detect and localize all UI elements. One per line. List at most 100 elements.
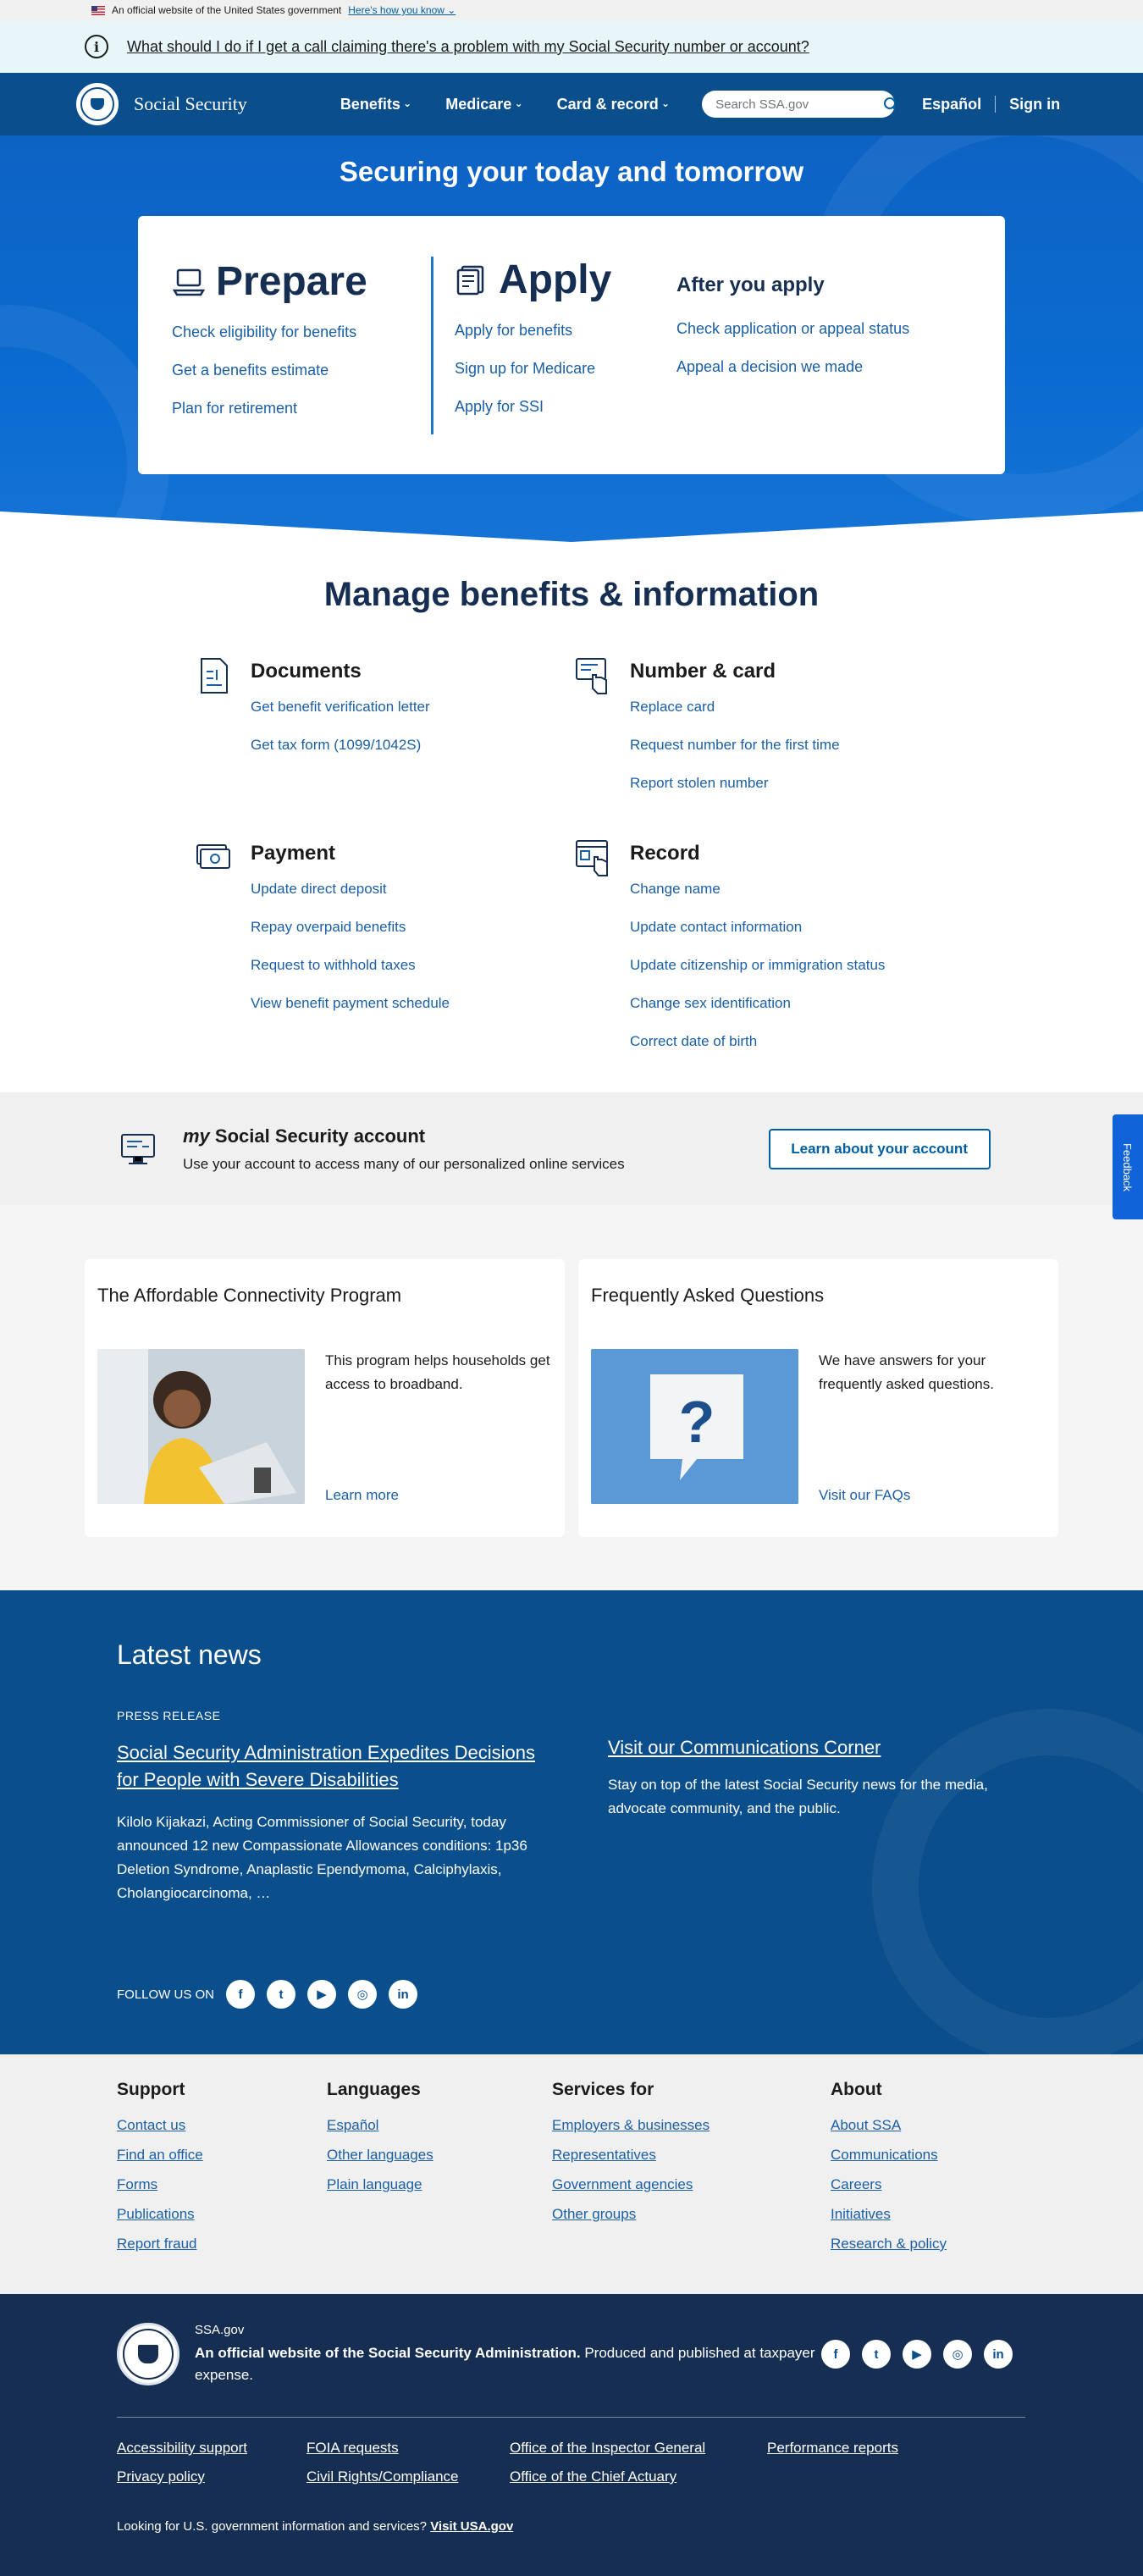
repay-overpaid-link[interactable]: Repay overpaid benefits: [251, 919, 450, 936]
footer-link[interactable]: Contact us: [117, 2117, 327, 2134]
footer-col-services: Services for Employers & businesses Repr…: [552, 2080, 831, 2294]
search-icon[interactable]: [884, 97, 897, 111]
youtube-icon[interactable]: ▶: [307, 1980, 337, 2009]
prepare-heading: Prepare: [216, 259, 367, 304]
hero: Securing your today and tomorrow Prepare…: [0, 135, 1143, 542]
search-input[interactable]: [715, 97, 885, 112]
direct-deposit-link[interactable]: Update direct deposit: [251, 881, 450, 898]
linkedin-icon[interactable]: in: [389, 1980, 418, 2009]
visit-faqs-link[interactable]: Visit our FAQs: [819, 1487, 1046, 1504]
footer-link[interactable]: Report fraud: [117, 2236, 327, 2253]
footer-link[interactable]: Careers: [831, 2176, 947, 2193]
news-title: Latest news: [117, 1639, 262, 1670]
benefits-estimate-link[interactable]: Get a benefits estimate: [172, 362, 443, 379]
footer-heading: Languages: [327, 2080, 421, 2099]
card-description: This program helps households get access…: [325, 1352, 550, 1392]
twitter-icon[interactable]: t: [862, 2340, 891, 2369]
performance-reports-link[interactable]: Performance reports: [767, 2440, 970, 2457]
tax-form-link[interactable]: Get tax form (1099/1042S): [251, 737, 430, 754]
apply-ssi-link[interactable]: Apply for SSI: [455, 398, 676, 416]
twitter-icon[interactable]: t: [267, 1980, 296, 2009]
plan-retirement-link[interactable]: Plan for retirement: [172, 400, 443, 417]
check-status-link[interactable]: Check application or appeal status: [676, 320, 947, 338]
footer-link[interactable]: Plain language: [327, 2176, 552, 2193]
accessibility-link[interactable]: Accessibility support: [117, 2440, 306, 2457]
account-title: my Social Security account: [183, 1125, 426, 1147]
check-eligibility-link[interactable]: Check eligibility for benefits: [172, 323, 443, 341]
footer-link[interactable]: About SSA: [831, 2117, 947, 2134]
ssa-seal-logo[interactable]: [76, 83, 119, 125]
footer-link[interactable]: Representatives: [552, 2147, 831, 2164]
account-description: Use your account to access many of our p…: [183, 1155, 625, 1172]
payment-schedule-link[interactable]: View benefit payment schedule: [251, 995, 450, 1012]
citizenship-link[interactable]: Update citizenship or immigration status: [630, 957, 885, 974]
instagram-icon[interactable]: ◎: [943, 2340, 972, 2369]
hero-title: Securing your today and tomorrow: [339, 156, 804, 187]
linkedin-icon[interactable]: in: [984, 2340, 1013, 2369]
footer-heading: Support: [117, 2080, 185, 2099]
replace-card-link[interactable]: Replace card: [630, 699, 840, 716]
footer-social: f t ▶ ◎ in: [821, 2323, 1013, 2369]
main-nav: Benefits Medicare Card & record: [340, 96, 670, 113]
date-of-birth-link[interactable]: Correct date of birth: [630, 1033, 885, 1050]
apply-benefits-link[interactable]: Apply for benefits: [455, 322, 676, 340]
verification-letter-link[interactable]: Get benefit verification letter: [251, 699, 430, 716]
report-stolen-link[interactable]: Report stolen number: [630, 775, 840, 792]
record-form-icon: [576, 840, 608, 876]
footer-link[interactable]: Employers & businesses: [552, 2117, 831, 2134]
foia-link[interactable]: FOIA requests: [306, 2440, 510, 2457]
change-name-link[interactable]: Change name: [630, 881, 885, 898]
sign-in-link[interactable]: Sign in: [1009, 96, 1060, 113]
civil-rights-link[interactable]: Civil Rights/Compliance: [306, 2468, 510, 2485]
footer-link[interactable]: Research & policy: [831, 2236, 947, 2253]
nav-benefits[interactable]: Benefits: [340, 96, 411, 113]
chief-actuary-link[interactable]: Office of the Chief Actuary: [510, 2468, 767, 2485]
espanol-link[interactable]: Español: [922, 96, 981, 113]
heres-how-label: Here's how you know: [348, 4, 444, 16]
brand-name[interactable]: Social Security: [134, 93, 247, 115]
footer-link[interactable]: Forms: [117, 2176, 327, 2193]
appeal-decision-link[interactable]: Appeal a decision we made: [676, 358, 947, 376]
official-site-text: An official website of the Social Securi…: [195, 2345, 815, 2383]
inspector-general-link[interactable]: Office of the Inspector General: [510, 2440, 767, 2457]
footer-link[interactable]: Government agencies: [552, 2176, 831, 2193]
footer-link[interactable]: Initiatives: [831, 2206, 947, 2223]
request-number-link[interactable]: Request number for the first time: [630, 737, 840, 754]
footer-link[interactable]: Español: [327, 2117, 552, 2134]
alert-link[interactable]: What should I do if I get a call claimin…: [127, 38, 809, 56]
footer-link[interactable]: Other groups: [552, 2206, 831, 2223]
ssa-seal-logo[interactable]: [117, 2323, 179, 2385]
footer-col-support: Support Contact us Find an office Forms …: [117, 2080, 327, 2294]
footer-link[interactable]: Find an office: [117, 2147, 327, 2164]
sex-identification-link[interactable]: Change sex identification: [630, 995, 885, 1012]
withhold-taxes-link[interactable]: Request to withhold taxes: [251, 957, 450, 974]
instagram-icon[interactable]: ◎: [348, 1980, 378, 2009]
footer-link[interactable]: Communications: [831, 2147, 947, 2164]
facebook-icon[interactable]: f: [821, 2340, 850, 2369]
footer-link[interactable]: Other languages: [327, 2147, 552, 2164]
hero-card: Prepare Check eligibility for benefits G…: [138, 216, 1005, 474]
contact-info-link[interactable]: Update contact information: [630, 919, 885, 936]
privacy-policy-link[interactable]: Privacy policy: [117, 2468, 306, 2485]
footer-link[interactable]: Publications: [117, 2206, 327, 2223]
faq-card: Frequently Asked Questions ? We have ans…: [578, 1259, 1058, 1537]
nav-medicare[interactable]: Medicare: [445, 96, 522, 113]
feedback-label: Feedback: [1121, 1142, 1135, 1191]
learn-account-button[interactable]: Learn about your account: [768, 1128, 991, 1169]
feedback-tab[interactable]: Feedback: [1113, 1114, 1143, 1219]
header-divider: [995, 96, 997, 113]
facebook-icon[interactable]: f: [226, 1980, 256, 2009]
learn-more-link[interactable]: Learn more: [325, 1487, 552, 1504]
news-headline-link[interactable]: Social Security Administration Expedites…: [117, 1739, 550, 1794]
apply-column: Apply Apply for benefits Sign up for Med…: [431, 257, 676, 434]
medicare-signup-link[interactable]: Sign up for Medicare: [455, 360, 676, 378]
footer-links: Support Contact us Find an office Forms …: [0, 2054, 1143, 2294]
card-title: Frequently Asked Questions: [591, 1285, 825, 1306]
youtube-icon[interactable]: ▶: [903, 2340, 931, 2369]
payment-bills-icon: [196, 844, 230, 869]
heres-how-you-know-link[interactable]: Here's how you know ⌄: [348, 4, 456, 16]
nav-card-record[interactable]: Card & record: [557, 96, 670, 113]
footer-legal-links: Accessibility support FOIA requests Offi…: [117, 2440, 1143, 2485]
footer-col-languages: Languages Español Other languages Plain …: [327, 2080, 552, 2294]
usa-gov-link[interactable]: Visit USA.gov: [430, 2519, 513, 2534]
